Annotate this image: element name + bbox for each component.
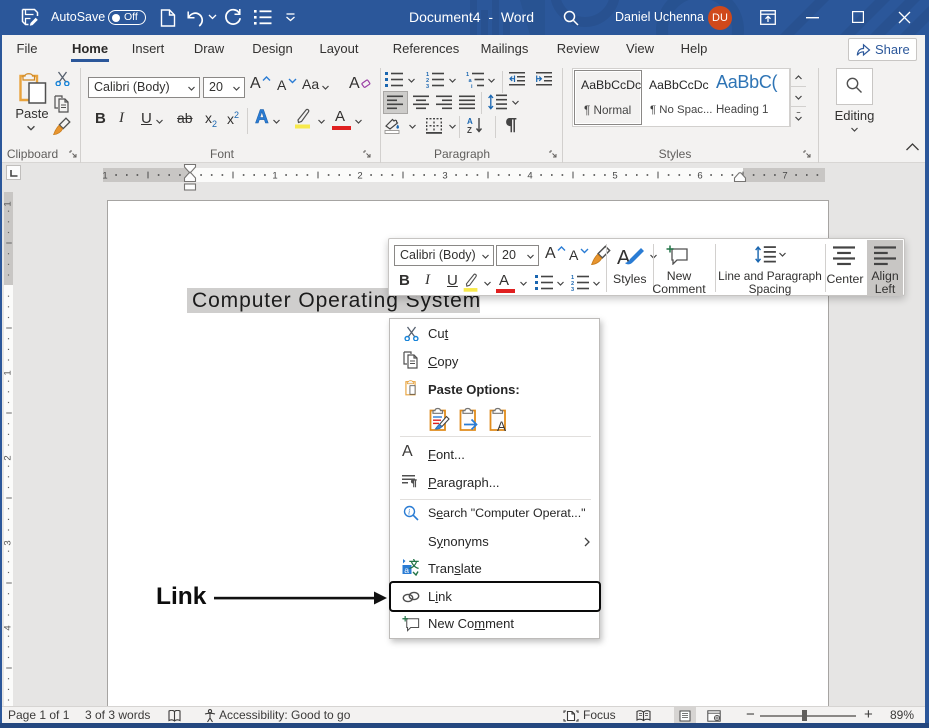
svg-text:2: 2 xyxy=(4,455,14,460)
svg-text:i: i xyxy=(408,508,410,517)
svg-text:3: 3 xyxy=(4,540,14,545)
svg-text:1: 1 xyxy=(4,370,14,375)
svg-text:1: 1 xyxy=(102,171,107,182)
svg-text:4: 4 xyxy=(527,171,532,182)
svg-text:文: 文 xyxy=(409,559,419,571)
svg-text:4: 4 xyxy=(4,625,14,630)
svg-text:A: A xyxy=(617,247,631,268)
svg-text:2: 2 xyxy=(357,171,362,182)
svg-text:3: 3 xyxy=(442,171,447,182)
svg-text:7: 7 xyxy=(782,171,787,182)
svg-text:1: 1 xyxy=(4,201,14,206)
svg-text:1: 1 xyxy=(272,171,277,182)
svg-text:5: 5 xyxy=(612,171,617,182)
svg-text:A: A xyxy=(497,419,506,432)
svg-text:6: 6 xyxy=(697,171,702,182)
